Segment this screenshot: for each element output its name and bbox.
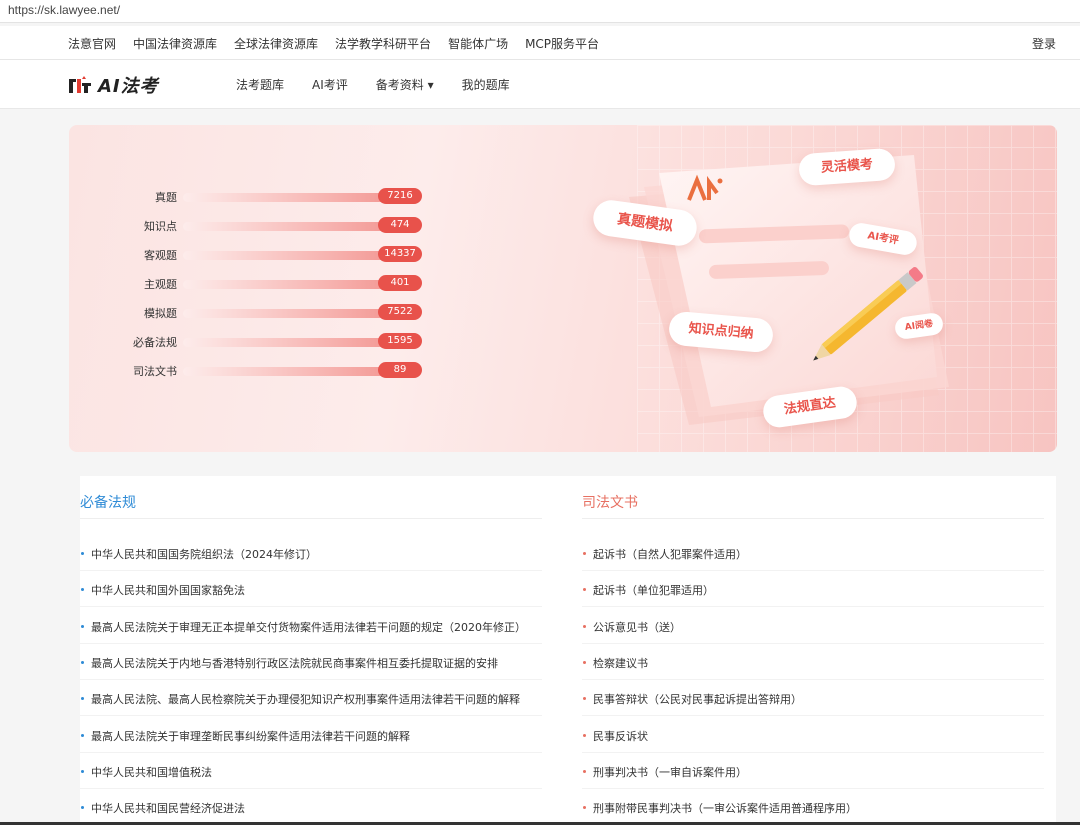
list-item[interactable]: 最高人民法院关于内地与香港特别行政区法院就民商事案件相互委托提取证据的安排	[80, 644, 542, 680]
list-item-text[interactable]: 中华人民共和国民营经济促进法	[91, 800, 541, 816]
list-item-text[interactable]: 最高人民法院关于审理无正本提单交付货物案件适用法律若干问题的规定（2020年修正…	[91, 619, 541, 635]
nav-item-1[interactable]: AI考评	[312, 76, 348, 93]
docs-divider	[582, 518, 1044, 519]
logo-icon	[69, 76, 91, 93]
bullet-icon	[81, 552, 84, 555]
bullet-icon	[583, 588, 586, 592]
list-item[interactable]: 民事反诉状	[582, 717, 1044, 753]
docs-title[interactable]: 司法文书	[582, 492, 638, 512]
bullet-icon	[81, 806, 84, 810]
list-item[interactable]: 最高人民法院、最高人民检察院关于办理侵犯知识产权刑事案件适用法律若干问题的解释	[80, 680, 542, 717]
list-item[interactable]: 公诉意见书（送）	[582, 608, 1044, 644]
browser-url-bar[interactable]: https://sk.lawyee.net/	[0, 0, 1080, 23]
bullet-icon	[81, 769, 84, 773]
bullet-icon	[81, 697, 84, 701]
logo-text: AI法考	[98, 76, 159, 97]
list-item[interactable]: 检察建议书	[582, 644, 1044, 680]
list-item-text[interactable]: 刑事判决书（一审自诉案件用）	[593, 764, 1043, 780]
list-item-text[interactable]: 最高人民法院关于审理垄断民事纠纷案件适用法律若干问题的解释	[91, 728, 541, 744]
list-item-text[interactable]: 起诉书（自然人犯罪案件适用）	[593, 546, 1043, 562]
bullet-icon	[81, 624, 84, 628]
list-item[interactable]: 中华人民共和国外国国家豁免法	[80, 571, 542, 608]
list-item-text[interactable]: 公诉意见书（送）	[593, 619, 1043, 635]
bullet-icon	[81, 733, 84, 737]
tag-flexible-exam: 灵活模考	[798, 147, 896, 187]
laws-divider	[80, 518, 542, 519]
list-item-text[interactable]: 中华人民共和国外国国家豁免法	[91, 582, 541, 598]
list-item-text[interactable]: 检察建议书	[593, 655, 1043, 671]
hero-illustration	[629, 155, 949, 425]
list-item-text[interactable]: 民事答辩状（公民对民事起诉提出答辩用）	[593, 691, 1043, 707]
list-item-text[interactable]: 最高人民法院、最高人民检察院关于办理侵犯知识产权刑事案件适用法律若干问题的解释	[91, 691, 541, 707]
hero-banner: 真题 7216 知识点 474 客观题 14337 主观题 401 模拟题 7522 必备法规 159…	[69, 125, 1057, 452]
list-item-text[interactable]: 中华人民共和国国务院组织法（2024年修订）	[91, 546, 541, 562]
list-item-text[interactable]: 刑事附带民事判决书（一审公诉案件适用普通程序用）	[593, 800, 1043, 816]
list-item[interactable]: 最高人民法院关于审理垄断民事纠纷案件适用法律若干问题的解释	[80, 717, 542, 753]
bullet-icon	[583, 624, 586, 628]
bullet-icon	[583, 697, 586, 701]
list-item-text[interactable]: 中华人民共和国增值税法	[91, 764, 541, 780]
nav-item-0[interactable]: 法考题库	[236, 76, 284, 93]
site-logo[interactable]: AI法考	[68, 74, 159, 97]
nav-item-2[interactable]: 备考资料 ▾	[376, 76, 434, 93]
list-item[interactable]: 最高人民法院关于审理无正本提单交付货物案件适用法律若干问题的规定（2020年修正…	[80, 608, 542, 644]
list-item[interactable]: 中华人民共和国增值税法	[80, 753, 542, 789]
nav-item-3[interactable]: 我的题库	[462, 76, 510, 93]
top-link-5[interactable]: MCP服务平台	[525, 35, 599, 52]
top-link-2[interactable]: 全球法律资源库	[234, 35, 318, 52]
bullet-icon	[583, 769, 586, 773]
list-item[interactable]: 刑事判决书（一审自诉案件用）	[582, 753, 1044, 789]
top-links: 法意官网 中国法律资源库 全球法律资源库 法学教学科研平台 智能体广场 MCP服务平台	[68, 35, 616, 52]
top-utility-nav: 法意官网 中国法律资源库 全球法律资源库 法学教学科研平台 智能体广场 MCP服务平台 登…	[0, 26, 1080, 60]
bullet-icon	[583, 806, 586, 810]
main-header: AI法考 法考题库 AI考评 备考资料 ▾ 我的题库	[0, 60, 1080, 109]
laws-title[interactable]: 必备法规	[80, 492, 136, 512]
top-link-1[interactable]: 中国法律资源库	[133, 35, 217, 52]
content-card: 必备法规 中华人民共和国国务院组织法（2024年修订） 中华人民共和国外国国家豁免…	[80, 476, 1056, 825]
top-link-4[interactable]: 智能体广场	[448, 35, 508, 52]
list-item-text[interactable]: 最高人民法院关于内地与香港特别行政区法院就民商事案件相互委托提取证据的安排	[91, 655, 541, 671]
list-item[interactable]: 中华人民共和国民营经济促进法	[80, 789, 542, 825]
bullet-icon	[583, 660, 586, 664]
login-link[interactable]: 登录	[1032, 35, 1056, 52]
main-nav: 法考题库 AI考评 备考资料 ▾ 我的题库	[236, 76, 538, 93]
top-link-0[interactable]: 法意官网	[68, 35, 116, 52]
list-item-text[interactable]: 民事反诉状	[593, 728, 1043, 744]
list-item[interactable]: 民事答辩状（公民对民事起诉提出答辩用）	[582, 680, 1044, 717]
bullet-icon	[583, 552, 586, 555]
list-item-text[interactable]: 起诉书（单位犯罪适用）	[593, 582, 1043, 598]
url-text[interactable]: https://sk.lawyee.net/	[8, 3, 120, 17]
list-item[interactable]: 刑事附带民事判决书（一审公诉案件适用普通程序用）	[582, 789, 1044, 825]
list-item[interactable]: 起诉书（自然人犯罪案件适用）	[582, 535, 1044, 571]
bullet-icon	[81, 588, 84, 592]
list-item[interactable]: 中华人民共和国国务院组织法（2024年修订）	[80, 535, 542, 571]
bullet-icon	[583, 733, 586, 737]
list-item[interactable]: 起诉书（单位犯罪适用）	[582, 571, 1044, 608]
bullet-icon	[81, 660, 84, 664]
top-link-3[interactable]: 法学教学科研平台	[335, 35, 431, 52]
